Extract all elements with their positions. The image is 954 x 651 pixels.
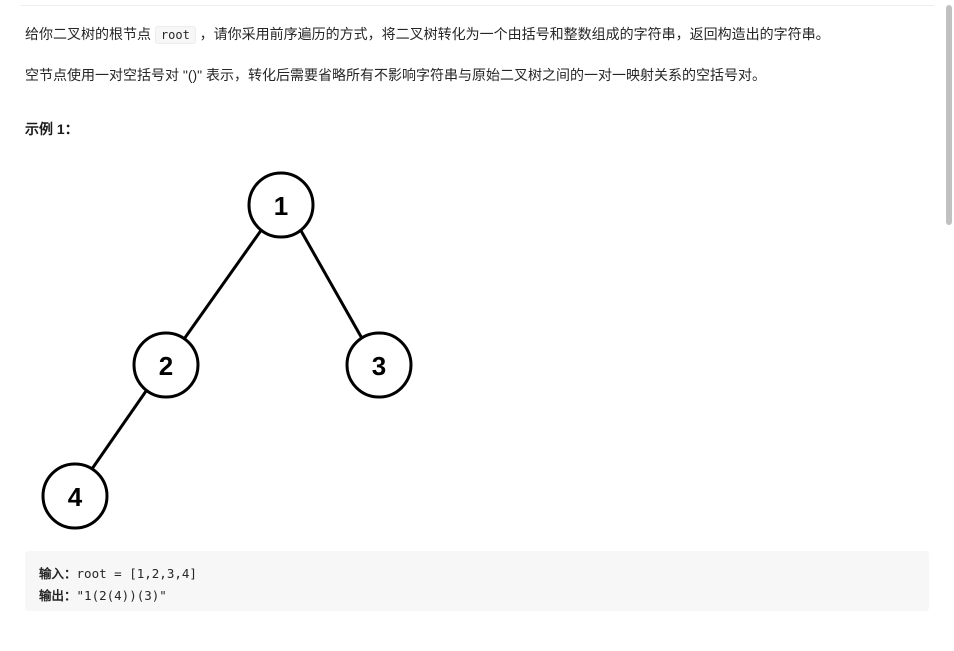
scrollbar-thumb[interactable] — [946, 5, 952, 225]
scrollbar[interactable] — [946, 0, 952, 631]
node-1-label: 1 — [274, 191, 288, 221]
node-2-label: 2 — [159, 351, 173, 381]
quote-parens: "()" — [183, 67, 202, 83]
example-io-block: 输入：root = [1,2,3,4] 输出："1(2(4))(3)" — [25, 551, 929, 611]
edge-2-4 — [85, 381, 153, 479]
tree-diagram: 1 2 3 4 — [25, 161, 445, 541]
output-label: 输出： — [39, 589, 77, 603]
node-3-label: 3 — [372, 351, 386, 381]
text: 空节点使用一对空括号对 — [25, 67, 183, 83]
output-line: 输出："1(2(4))(3)" — [39, 585, 915, 608]
input-line: 输入：root = [1,2,3,4] — [39, 563, 915, 586]
inline-code-root: root — [155, 26, 196, 44]
edge-1-3 — [300, 229, 368, 349]
input-value: root = [1,2,3,4] — [77, 566, 197, 581]
problem-paragraph-1: 给你二叉树的根节点 root ，请你采用前序遍历的方式，将二叉树转化为一个由括号… — [25, 21, 929, 48]
text: ，请你采用前序遍历的方式，将二叉树转化为一个由括号和整数组成的字符串，返回构造出… — [196, 26, 830, 42]
problem-paragraph-2: 空节点使用一对空括号对 "()" 表示，转化后需要省略所有不影响字符串与原始二叉… — [25, 62, 929, 89]
output-value: "1(2(4))(3)" — [77, 588, 167, 603]
node-4-label: 4 — [68, 482, 83, 512]
text: 给你二叉树的根节点 — [25, 26, 155, 42]
edge-1-2 — [177, 229, 262, 349]
example-heading: 示例 1： — [25, 116, 929, 143]
text: 表示，转化后需要省略所有不影响字符串与原始二叉树之间的一对一映射关系的空括号对。 — [202, 67, 766, 83]
input-label: 输入： — [39, 567, 77, 581]
divider — [20, 5, 934, 6]
